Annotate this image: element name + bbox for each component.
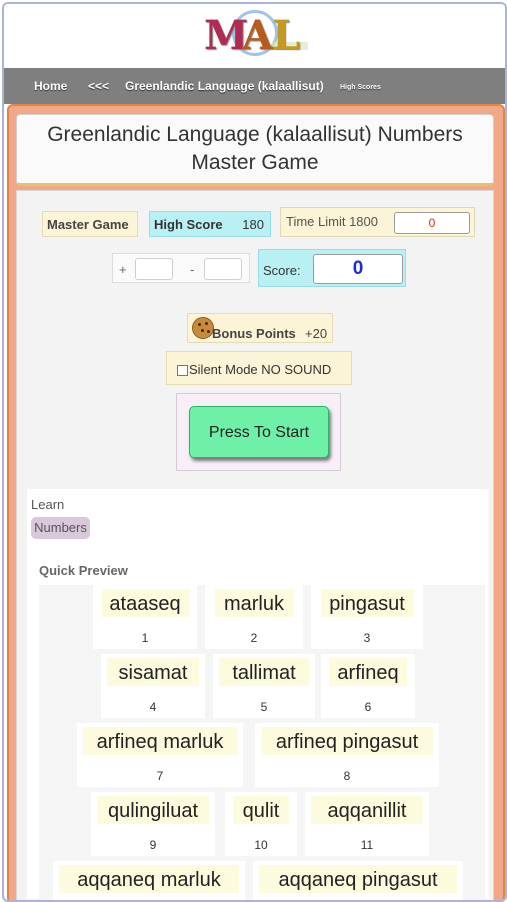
plus-minus-panel: + - [112, 253, 250, 283]
time-limit-panel: Time Limit 1800 0 [280, 207, 475, 237]
card-number: 2 [250, 631, 258, 645]
card-word: arfineq marluk [96, 731, 224, 753]
card-word: qulit [242, 800, 280, 822]
card-number: 11 [360, 838, 374, 852]
numbers-tag[interactable]: Numbers [31, 517, 90, 539]
preview-card: aqqaneq pingasut [253, 861, 463, 900]
time-limit-label: Time Limit 1800 [286, 214, 378, 229]
card-word: ataaseq [109, 593, 181, 615]
game-panel: Master Game High Score 180 Time Limit 18… [16, 190, 494, 900]
learn-label: Learn [31, 497, 65, 512]
minus-label: - [190, 262, 195, 277]
card-word: sisamat [118, 662, 188, 684]
start-area: Press To Start [176, 393, 341, 471]
high-score-label: High Score [154, 217, 223, 232]
preview-card: marluk 2 [205, 585, 303, 649]
card-word: aqqaneq pingasut [278, 869, 438, 891]
minus-count-field [204, 258, 242, 280]
preview-card: arfineq pingasut 8 [255, 723, 439, 787]
card-word: tallimat [232, 662, 296, 684]
preview-card: aqqaneq marluk [53, 861, 245, 900]
silent-mode-label[interactable]: Silent Mode NO SOUND [189, 362, 331, 377]
time-display: 0 [394, 212, 470, 234]
title-line-1: Greenlandic Language (kalaallisut) Numbe… [47, 123, 463, 146]
preview-card: aqqanillit 11 [305, 792, 429, 856]
header: M A L [4, 4, 505, 66]
card-word: aqqanillit [327, 800, 407, 822]
logo-letter-l: L [272, 12, 301, 59]
preview-card: qulingiluat 9 [91, 792, 215, 856]
preview-card: qulit 10 [225, 792, 297, 856]
quick-preview-label: Quick Preview [39, 563, 128, 578]
card-word: aqqaneq marluk [77, 869, 221, 891]
press-to-start-button[interactable]: Press To Start [189, 406, 329, 458]
card-number: 9 [149, 838, 157, 852]
preview-card: pingasut 3 [311, 585, 423, 649]
preview-card: arfineq 6 [321, 654, 415, 718]
high-score-value: 180 [242, 217, 264, 232]
card-number: 1 [141, 631, 149, 645]
card-number: 6 [364, 700, 372, 714]
master-game-badge: Master Game [42, 211, 138, 237]
preview-card: ataaseq 1 [93, 585, 197, 649]
nav-home-link[interactable]: Home [34, 79, 67, 93]
high-score-badge: High Score 180 [149, 211, 271, 237]
nav-high-scores-link[interactable]: High Scores [340, 84, 381, 91]
card-word: arfineq pingasut [275, 731, 419, 753]
card-number: 3 [363, 631, 371, 645]
title-line-2: Master Game [191, 151, 319, 174]
score-display: 0 [313, 254, 403, 284]
card-number: 10 [254, 838, 268, 852]
bonus-points-value: +20 [305, 326, 328, 341]
card-number: 8 [343, 769, 351, 783]
score-panel: Score: 0 [258, 249, 406, 287]
nav-bar: Home <<< Greenlandic Language (kalaallis… [4, 68, 505, 104]
mal-logo[interactable]: M A L [204, 10, 314, 59]
plus-label: + [119, 262, 127, 277]
card-word: marluk [223, 593, 284, 615]
page-title: Greenlandic Language (kalaallisut) Numbe… [16, 114, 494, 186]
game-container: Greenlandic Language (kalaallisut) Numbe… [7, 104, 505, 900]
preview-card: tallimat 5 [213, 654, 315, 718]
card-word: pingasut [329, 593, 405, 615]
card-number: 5 [260, 700, 268, 714]
app-frame: M A L Home <<< Greenlandic Language (kal… [2, 2, 507, 902]
card-number: 4 [149, 700, 157, 714]
preview-card: arfineq marluk 7 [77, 723, 243, 787]
bonus-points-label: Bonus Points [212, 326, 296, 341]
nav-back-link[interactable]: <<< [88, 79, 109, 93]
silent-mode-panel[interactable]: Silent Mode NO SOUND [166, 351, 352, 385]
card-word: arfineq [337, 662, 399, 684]
learn-section: Learn Numbers Quick Preview ataaseq 1 ma… [27, 489, 489, 900]
score-label: Score: [263, 263, 301, 278]
plus-count-field [135, 258, 173, 280]
card-number: 7 [156, 769, 164, 783]
card-word: qulingiluat [107, 800, 199, 822]
preview-cards: ataaseq 1 marluk 2 pingasut 3 sisamat 4 … [39, 585, 485, 900]
preview-card: sisamat 4 [101, 654, 205, 718]
nav-language-link[interactable]: Greenlandic Language (kalaallisut) [125, 79, 324, 93]
logo-letter-a: A [242, 12, 274, 59]
bonus-points-panel: Bonus Points +20 [187, 313, 333, 343]
silent-mode-checkbox[interactable] [177, 365, 188, 376]
cookie-icon [192, 317, 214, 339]
